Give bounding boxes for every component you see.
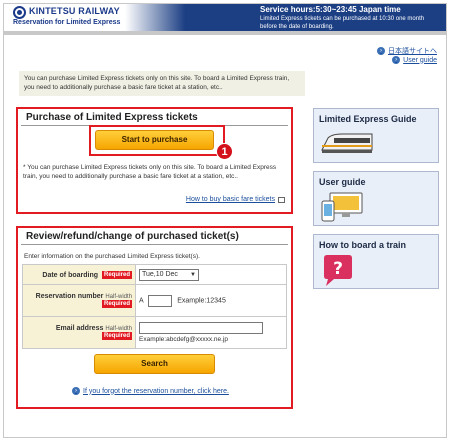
service-note: Limited Express tickets can be purchased… xyxy=(260,16,425,30)
email-label: Email address xyxy=(55,325,104,332)
forgot-reservation-link[interactable]: › If you forgot the reservation number, … xyxy=(72,387,229,395)
user-guide-link[interactable]: › User guide xyxy=(392,56,437,64)
email-label-cell: Email address Half-width Required xyxy=(22,316,136,349)
review-section: Review/refund/change of purchased ticket… xyxy=(16,226,293,409)
search-button[interactable]: Search xyxy=(94,354,215,374)
user-guide-label: User guide xyxy=(403,56,437,64)
arrow-circle-icon: › xyxy=(72,387,80,395)
basic-fare-label: How to buy basic fare tickets xyxy=(185,196,275,203)
japanese-site-label: 日本語サイトへ xyxy=(388,48,437,55)
forgot-reservation-label: If you forgot the reservation number, cl… xyxy=(83,387,229,395)
highlight-frame xyxy=(89,125,225,156)
purchase-note: * You can purchase Limited Express ticke… xyxy=(23,164,277,180)
review-title: Review/refund/change of purchased ticket… xyxy=(21,228,288,245)
date-cell: Tue,10 Dec ▼ xyxy=(135,264,287,285)
brand-subtitle: Reservation for Limited Express xyxy=(13,19,121,26)
email-cell: Example:abcdefg@xxxxx.ne.jp xyxy=(135,316,287,349)
review-instruction: Enter information on the purchased Limit… xyxy=(24,253,200,260)
reservation-label: Reservation number xyxy=(35,293,104,300)
reservation-label-cell: Reservation number Half-width Required xyxy=(22,284,136,317)
arrow-circle-icon: › xyxy=(392,56,401,64)
review-form-table: Date of boarding Required Tue,10 Dec ▼ R… xyxy=(22,264,287,349)
card-title: How to board a train xyxy=(319,240,407,250)
header-divider xyxy=(4,31,446,35)
service-hours: Service hours:5:30~23:45 Japan time xyxy=(260,5,401,14)
user-guide-card[interactable]: User guide xyxy=(313,171,439,226)
date-label-cell: Date of boarding Required xyxy=(22,264,136,285)
how-to-board-card[interactable]: How to board a train ? xyxy=(313,234,439,289)
dropdown-arrow-icon: ▼ xyxy=(190,271,196,278)
question-bubble-icon: ? xyxy=(324,255,352,286)
page-frame: KINTETSU RAILWAY Reservation for Limited… xyxy=(3,3,447,438)
guide-devices-icon xyxy=(321,192,363,222)
header-logo-area[interactable]: KINTETSU RAILWAY Reservation for Limited… xyxy=(4,4,125,31)
required-badge: Required xyxy=(101,332,132,340)
date-select-value: Tue,10 Dec xyxy=(142,271,178,278)
svg-text:?: ? xyxy=(333,259,343,279)
required-badge: Required xyxy=(101,270,132,279)
date-label: Date of boarding xyxy=(42,271,99,279)
table-row: Email address Half-width Required Exampl… xyxy=(22,316,287,349)
required-badge: Required xyxy=(101,300,132,308)
reservation-number-input[interactable] xyxy=(148,294,173,307)
reservation-example: Example:12345 xyxy=(177,297,226,304)
purchase-title: Purchase of Limited Express tickets xyxy=(21,109,288,126)
email-field[interactable] xyxy=(139,322,263,334)
reservation-cell: A Example:12345 xyxy=(135,284,287,317)
kintetsu-logo-icon xyxy=(13,6,26,19)
external-window-icon xyxy=(278,196,285,203)
card-title: User guide xyxy=(319,177,366,187)
arrow-circle-icon: › xyxy=(377,47,385,55)
brand-name: KINTETSU RAILWAY xyxy=(29,6,120,16)
step-badge: 1 xyxy=(216,143,233,160)
limited-express-guide-card[interactable]: Limited Express Guide xyxy=(313,108,439,163)
japanese-site-link[interactable]: › 日本語サイトへ xyxy=(377,46,437,56)
table-row: Reservation number Half-width Required A… xyxy=(22,284,287,317)
train-icon xyxy=(321,133,373,153)
basic-fare-link[interactable]: How to buy basic fare tickets xyxy=(186,196,285,203)
email-example: Example:abcdefg@xxxxx.ne.jp xyxy=(139,336,228,343)
purchase-notice: You can purchase Limited Express tickets… xyxy=(19,71,305,96)
table-row: Date of boarding Required Tue,10 Dec ▼ xyxy=(22,264,287,285)
reservation-prefix: A xyxy=(139,297,144,304)
purchase-section: Purchase of Limited Express tickets Star… xyxy=(16,107,293,214)
date-select[interactable]: Tue,10 Dec ▼ xyxy=(139,268,199,281)
card-title: Limited Express Guide xyxy=(319,114,417,124)
